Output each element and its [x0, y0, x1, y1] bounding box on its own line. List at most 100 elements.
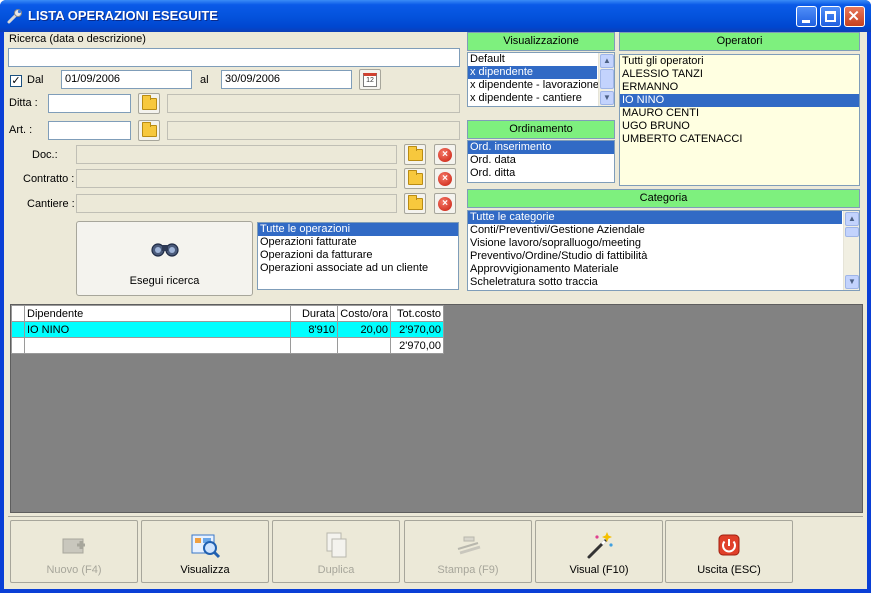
close-button[interactable] — [844, 6, 865, 27]
window-title: LISTA OPERAZIONI ESEGUITE — [28, 8, 218, 23]
column-header-dipendente[interactable]: Dipendente — [24, 305, 291, 322]
categoria-scrollbar[interactable]: ▲ ▼ — [843, 211, 859, 290]
contratto-browse-button[interactable] — [404, 168, 426, 189]
list-item[interactable]: Tutti gli operatori — [620, 55, 859, 68]
row-selector[interactable] — [11, 337, 25, 354]
list-item[interactable]: Visione lavoro/sopralluogo/meeting — [468, 237, 859, 250]
table-total-row[interactable]: 2'970,00 — [11, 337, 444, 354]
date-from-input[interactable]: 01/09/2006 — [61, 70, 192, 89]
column-header-costo-ora[interactable]: Costo/ora — [337, 305, 391, 322]
visualizzazione-scrollbar[interactable]: ▲ ▼ — [598, 53, 614, 106]
scroll-up-icon[interactable]: ▲ — [845, 212, 859, 226]
results-grid[interactable]: Dipendente Durata Costo/ora Tot.costo IO… — [10, 304, 863, 513]
duplica-label: Duplica — [317, 564, 355, 576]
list-item[interactable]: IO NINO — [620, 94, 859, 107]
art-code-input[interactable] — [48, 121, 131, 140]
list-item[interactable]: Operazioni associate ad un cliente — [258, 262, 458, 275]
filter-list[interactable]: Tutte le operazioni Operazioni fatturate… — [257, 222, 459, 290]
duplica-button[interactable]: Duplica — [272, 520, 400, 583]
visualizza-label: Visualizza — [180, 564, 230, 576]
search-input[interactable] — [8, 48, 460, 67]
table-row[interactable]: IO NINO 8'910 20,00 2'970,00 — [11, 321, 444, 338]
magic-wand-icon — [587, 532, 613, 559]
new-record-icon — [62, 538, 85, 554]
scroll-thumb[interactable] — [600, 69, 614, 89]
list-item[interactable]: UMBERTO CATENACCI — [620, 133, 859, 146]
calendar-button[interactable]: 12 — [359, 69, 381, 90]
ordinamento-list[interactable]: Ord. inserimento Ord. data Ord. ditta — [467, 140, 615, 183]
ditta-label: Ditta : — [9, 97, 38, 109]
uscita-button[interactable]: Uscita (ESC) — [665, 520, 793, 583]
cell-durata[interactable] — [290, 337, 338, 354]
folder-icon — [141, 94, 157, 110]
contratto-clear-button[interactable]: × — [434, 168, 456, 189]
cell-dipendente[interactable]: IO NINO — [24, 321, 291, 338]
cell-dipendente[interactable] — [24, 337, 291, 354]
ditta-browse-button[interactable] — [138, 93, 160, 114]
list-item[interactable]: Ord. inserimento — [468, 141, 614, 154]
results-table[interactable]: Dipendente Durata Costo/ora Tot.costo IO… — [11, 305, 444, 354]
scroll-down-icon[interactable]: ▼ — [600, 91, 614, 105]
stampa-label: Stampa (F9) — [437, 564, 499, 576]
cantiere-browse-button[interactable] — [404, 193, 426, 214]
ditta-code-input[interactable] — [48, 94, 131, 113]
categoria-list[interactable]: Tutte le categorie Conti/Preventivi/Gest… — [467, 210, 860, 291]
cell-durata[interactable]: 8'910 — [290, 321, 338, 338]
list-item[interactable]: Conti/Preventivi/Gestione Aziendale — [468, 224, 859, 237]
list-item[interactable]: Approvvigionamento Materiale — [468, 263, 859, 276]
cell-costo-ora[interactable]: 20,00 — [337, 321, 391, 338]
ordinamento-header: Ordinamento — [467, 120, 615, 139]
scroll-thumb[interactable] — [845, 227, 859, 237]
minimize-button[interactable] — [796, 6, 817, 27]
date-to-input[interactable]: 30/09/2006 — [221, 70, 352, 89]
visualizza-button[interactable]: Visualizza — [141, 520, 269, 583]
power-icon — [718, 534, 740, 556]
list-item[interactable]: Preventivo/Ordine/Studio di fattibilità — [468, 250, 859, 263]
visualizzazione-list[interactable]: Default x dipendente x dipendente - lavo… — [467, 52, 615, 107]
list-item[interactable]: MAURO CENTI — [620, 107, 859, 120]
main-window: LISTA OPERAZIONI ESEGUITE Ricerca (data … — [0, 0, 871, 593]
duplicate-icon — [326, 532, 347, 558]
scroll-up-icon[interactable]: ▲ — [600, 54, 614, 68]
list-item[interactable]: ALESSIO TANZI — [620, 68, 859, 81]
list-item[interactable]: Operazioni da fatturare — [258, 249, 458, 262]
cell-costo-ora[interactable] — [337, 337, 391, 354]
operatori-list[interactable]: Tutti gli operatori ALESSIO TANZI ERMANN… — [619, 54, 860, 186]
search-label: Ricerca (data o descrizione) — [9, 33, 146, 45]
contratto-label: Contratto : — [23, 173, 75, 185]
list-item[interactable]: Default — [468, 53, 614, 66]
list-item[interactable]: ERMANNO — [620, 81, 859, 94]
list-item[interactable]: x dipendente — [468, 66, 597, 79]
cell-tot-costo[interactable]: 2'970,00 — [390, 337, 444, 354]
nuovo-label: Nuovo (F4) — [46, 564, 102, 576]
cell-tot-costo[interactable]: 2'970,00 — [390, 321, 444, 338]
doc-browse-button[interactable] — [404, 144, 426, 165]
list-item[interactable]: x dipendente - cantiere — [468, 92, 614, 105]
row-selector[interactable] — [11, 321, 25, 338]
list-item[interactable]: Ord. ditta — [468, 167, 614, 180]
art-browse-button[interactable] — [138, 120, 160, 141]
maximize-button[interactable] — [820, 6, 841, 27]
esegui-ricerca-button[interactable]: Esegui ricerca — [76, 221, 253, 296]
title-bar[interactable]: LISTA OPERAZIONI ESEGUITE — [0, 0, 871, 32]
cantiere-clear-button[interactable]: × — [434, 193, 456, 214]
cantiere-field — [76, 194, 397, 213]
cantiere-label: Cantiere : — [27, 198, 75, 210]
binoculars-icon — [151, 243, 179, 257]
scroll-down-icon[interactable]: ▼ — [845, 275, 859, 289]
list-item[interactable]: Tutte le categorie — [468, 211, 842, 224]
nuovo-button[interactable]: Nuovo (F4) — [10, 520, 138, 583]
stampa-button[interactable]: Stampa (F9) — [404, 520, 532, 583]
list-item[interactable]: Tutte le operazioni — [258, 223, 458, 236]
doc-clear-button[interactable]: × — [434, 144, 456, 165]
column-header-tot-costo[interactable]: Tot.costo — [390, 305, 444, 322]
list-item[interactable]: Operazioni fatturate — [258, 236, 458, 249]
visual-button[interactable]: Visual (F10) — [535, 520, 663, 583]
table-header-row: Dipendente Durata Costo/ora Tot.costo — [11, 305, 444, 322]
list-item[interactable]: UGO BRUNO — [620, 120, 859, 133]
list-item[interactable]: Ord. data — [468, 154, 614, 167]
list-item[interactable]: x dipendente - lavorazione — [468, 79, 614, 92]
dal-checkbox[interactable]: ✓ — [10, 75, 22, 87]
column-header-durata[interactable]: Durata — [290, 305, 338, 322]
list-item[interactable]: Scheletratura sotto traccia — [468, 276, 859, 289]
